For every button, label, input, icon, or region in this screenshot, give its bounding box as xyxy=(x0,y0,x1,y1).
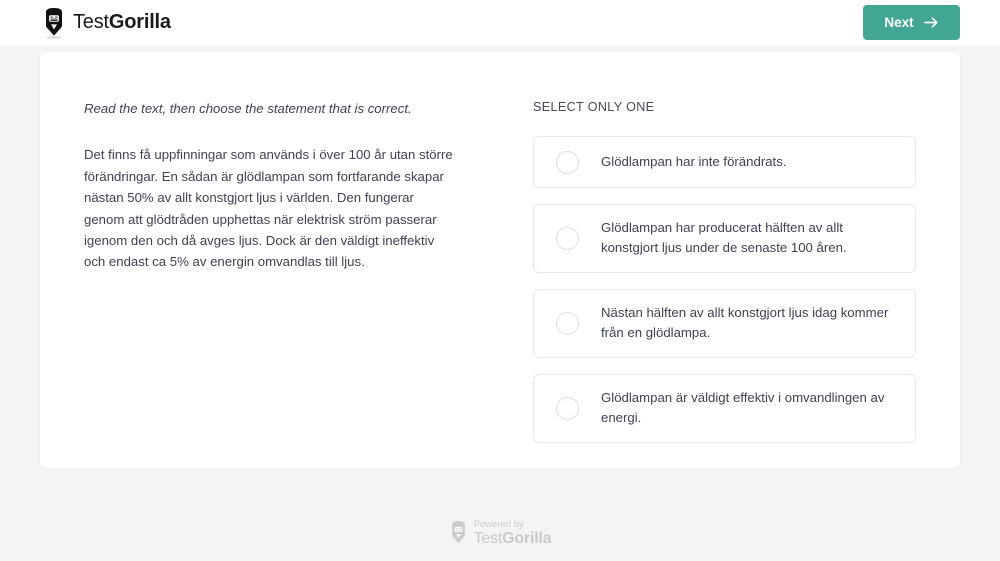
powered-by-badge: Powered by TestGorilla xyxy=(449,518,552,548)
answer-option-2-label: Glödlampan har producerat hälften av all… xyxy=(601,220,847,256)
answer-option-4-label: Glödlampan är väldigt effektiv i omvandl… xyxy=(601,389,885,426)
arrow-right-icon xyxy=(923,16,939,29)
select-only-one-label: SELECT ONLY ONE xyxy=(533,100,655,114)
radio-button-1[interactable] xyxy=(556,150,579,174)
question-text-column: Read the text, then choose the statement… xyxy=(84,90,489,468)
page-body: Read the text, then choose the statement… xyxy=(0,45,1000,468)
answer-option-4[interactable]: Glödlampan är väldigt effektiv i omvandl… xyxy=(533,373,916,443)
page-footer: Powered by TestGorilla xyxy=(0,518,1000,548)
answer-option-3-label: Nästan hälften av allt konstgjort ljus i… xyxy=(601,304,889,341)
answer-options-column: SELECT ONLY ONE Glödlampan har inte förä… xyxy=(533,90,916,468)
brand-wordmark: TestGorilla xyxy=(73,11,171,34)
radio-button-4[interactable] xyxy=(556,396,579,420)
radio-button-2[interactable] xyxy=(556,226,579,250)
brand-name-light: Test xyxy=(73,11,109,33)
footer-brand-bold: Gorilla xyxy=(502,530,552,547)
answer-option-3[interactable]: Nästan hälften av allt konstgjort ljus i… xyxy=(533,288,916,358)
brand-name-bold: Gorilla xyxy=(108,11,171,33)
answer-option-1-label: Glödlampan har inte förändrats. xyxy=(601,153,787,169)
instruction-text: Read the text, then choose the statement… xyxy=(84,101,412,116)
radio-button-3[interactable] xyxy=(556,311,579,335)
next-button-label: Next xyxy=(884,15,914,30)
footer-wordmark: TestGorilla xyxy=(474,531,552,547)
gorilla-head-icon xyxy=(42,7,66,39)
next-button[interactable]: Next xyxy=(863,5,960,40)
powered-by-stack: Powered by TestGorilla xyxy=(473,518,552,548)
powered-by-label: Powered by xyxy=(473,518,524,530)
footer-brand-light: Test xyxy=(473,530,503,547)
app-header: TestGorilla Next xyxy=(0,0,1000,45)
passage-text: Det finns få uppfinningar som används i … xyxy=(84,147,453,270)
question-card: Read the text, then choose the statement… xyxy=(40,52,960,468)
answer-option-2[interactable]: Glödlampan har producerat hälften av all… xyxy=(533,204,916,273)
answer-option-1[interactable]: Glödlampan har inte förändrats. xyxy=(533,136,916,188)
gorilla-head-icon xyxy=(449,520,468,546)
brand-logo: TestGorilla xyxy=(42,7,171,39)
